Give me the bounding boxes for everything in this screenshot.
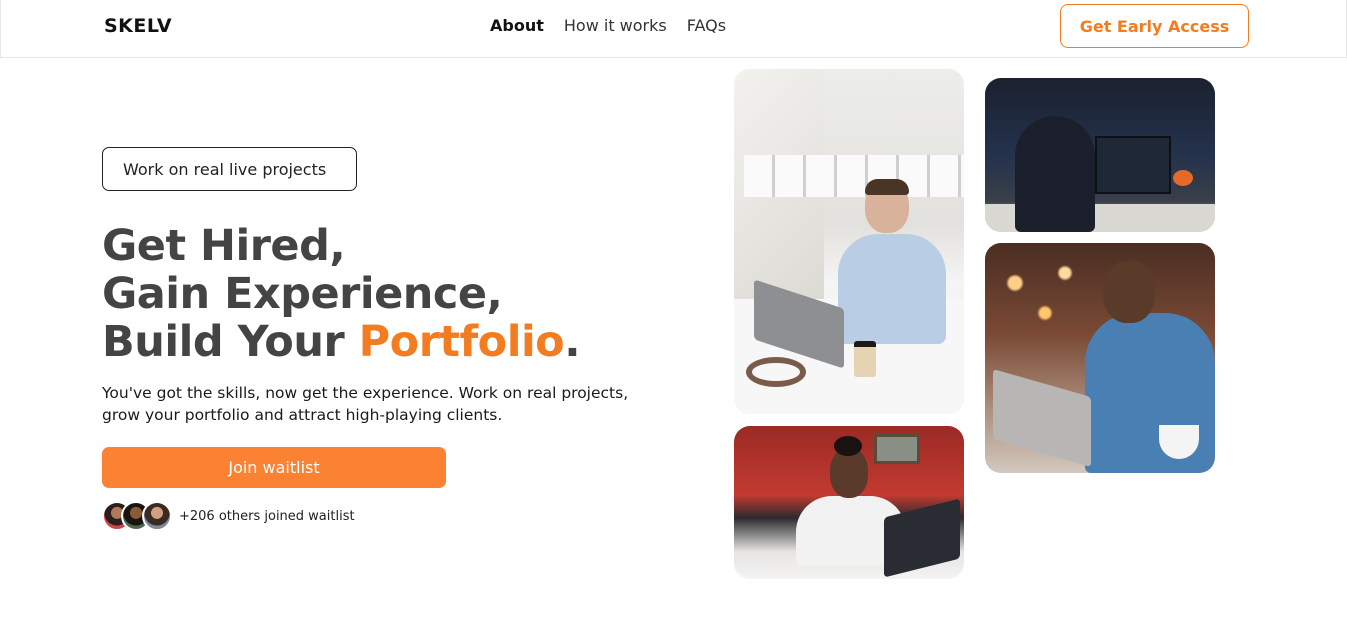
photo-woman-writing <box>734 426 964 579</box>
nav-link-about[interactable]: About <box>490 16 544 35</box>
avatar <box>142 501 172 531</box>
nav-link-how-it-works[interactable]: How it works <box>564 16 667 35</box>
get-early-access-button[interactable]: Get Early Access <box>1060 4 1249 48</box>
headline-line-3: Build Your Portfolio. <box>102 317 581 367</box>
main-nav: About How it works FAQs <box>490 16 726 35</box>
brand-logo[interactable]: SKELV <box>104 15 172 37</box>
nav-link-faqs[interactable]: FAQs <box>687 16 726 35</box>
waitlist-avatars <box>102 501 174 532</box>
photo-developer-at-monitor <box>985 78 1215 232</box>
headline-line-3-prefix: Build Your <box>102 317 359 367</box>
hero-headline: Get Hired, Gain Experience, Build Your P… <box>102 221 581 367</box>
hero-subtext: You've got the skills, now get the exper… <box>102 384 629 424</box>
hero-badge: Work on real live projects <box>102 147 357 191</box>
headline-line-1: Get Hired, <box>102 221 346 271</box>
join-waitlist-button[interactable]: Join waitlist <box>102 447 446 488</box>
site-header: SKELV About How it works FAQs Get Early … <box>0 0 1347 58</box>
headline-line-2: Gain Experience, <box>102 269 503 319</box>
photo-smiling-man-in-suit <box>985 243 1215 473</box>
waitlist-count-text: +206 others joined waitlist <box>179 509 355 524</box>
headline-period: . <box>564 317 581 367</box>
headline-accent-word: Portfolio <box>358 317 565 367</box>
photo-man-with-laptop <box>734 69 964 414</box>
